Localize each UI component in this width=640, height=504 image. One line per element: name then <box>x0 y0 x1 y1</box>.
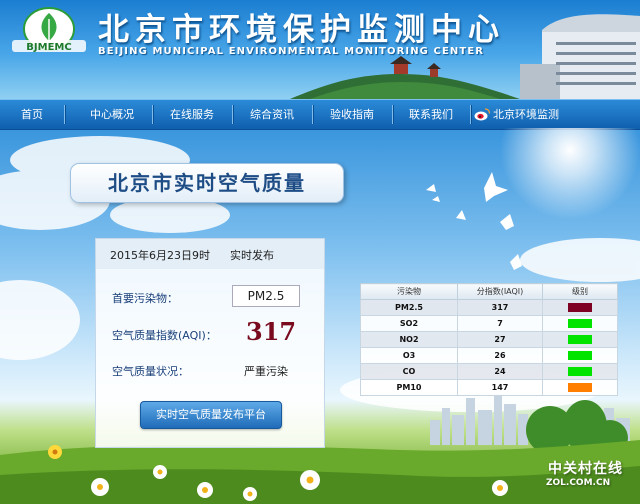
nav-acceptance-guide[interactable]: 验收指南 <box>312 100 392 129</box>
column-header-pollutant: 污染物 <box>360 283 458 300</box>
table-row: PM2.5 317 <box>360 299 618 316</box>
hill-pagoda-illustration <box>290 56 520 99</box>
weibo-icon <box>474 107 490 120</box>
pollutant-name: PM2.5 <box>360 299 458 316</box>
level-swatch <box>568 335 592 344</box>
column-header-level: 级别 <box>542 283 618 300</box>
table-header-row: 污染物 分指数(IAQI) 级别 <box>360 283 618 300</box>
primary-pollutant-label: 首要污染物： <box>112 292 178 305</box>
pollutant-iaqi: 27 <box>457 331 543 348</box>
nav-home[interactable]: 首页 <box>0 100 64 129</box>
level-swatch <box>568 319 592 328</box>
watermark-url: ZOL.COM.CN <box>546 478 611 488</box>
weibo-link[interactable]: 北京环境监测 <box>474 100 559 129</box>
table-row: NO2 27 <box>360 331 618 348</box>
pollutant-iaqi: 24 <box>457 363 543 380</box>
level-cell <box>542 315 618 332</box>
site-title: 北京市环境保护监测中心 <box>98 12 505 48</box>
realtime-aqi-banner: 北京市实时空气质量 <box>70 163 344 203</box>
air-status-label: 空气质量状况： <box>112 365 189 378</box>
level-swatch <box>568 367 592 376</box>
pollutant-name: PM10 <box>360 379 458 396</box>
site-header: BJMEMC 北京市环境保护监测中心 BEIJING MUNICIPAL ENV… <box>0 0 640 99</box>
logo-text: BJMEMC <box>26 42 71 53</box>
center-building-illustration <box>520 14 640 99</box>
nav-divider <box>470 105 471 124</box>
level-swatch <box>568 383 592 392</box>
table-row: PM10 147 <box>360 379 618 396</box>
level-cell <box>542 363 618 380</box>
table-row: SO2 7 <box>360 315 618 332</box>
table-row: O3 26 <box>360 347 618 364</box>
level-cell <box>542 347 618 364</box>
publish-label: 实时发布 <box>230 249 274 262</box>
pollutant-name: CO <box>360 363 458 380</box>
pollutant-name: O3 <box>360 347 458 364</box>
pollutant-name: NO2 <box>360 331 458 348</box>
column-header-iaqi: 分指数(IAQI) <box>457 283 543 300</box>
pollutant-table: 污染物 分指数(IAQI) 级别 PM2.5 317 SO2 7 NO2 27 <box>360 283 618 396</box>
nav-online-services[interactable]: 在线服务 <box>152 100 232 129</box>
info-header: 2015年6月23日9时 实时发布 <box>96 239 324 269</box>
aqi-info-panel: 2015年6月23日9时 实时发布 首要污染物： PM2.5 空气质量指数(AQ… <box>95 238 325 448</box>
pollutant-name: SO2 <box>360 315 458 332</box>
level-cell <box>542 331 618 348</box>
weibo-label: 北京环境监测 <box>493 108 559 121</box>
pollutant-iaqi: 26 <box>457 347 543 364</box>
pollutant-iaqi: 147 <box>457 379 543 396</box>
main-nav: 首页 中心概况 在线服务 综合资讯 验收指南 联系我们 北京环境监测 <box>0 99 640 130</box>
aqi-label: 空气质量指数(AQI)： <box>112 329 217 342</box>
table-row: CO 24 <box>360 363 618 380</box>
page: BJMEMC 北京市环境保护监测中心 BEIJING MUNICIPAL ENV… <box>0 0 640 504</box>
watermark-brand: 中关村在线 <box>548 461 623 477</box>
level-cell <box>542 379 618 396</box>
pollutant-iaqi: 7 <box>457 315 543 332</box>
air-status-value: 严重污染 <box>244 365 288 378</box>
pollutant-iaqi: 317 <box>457 299 543 316</box>
nav-divider <box>64 105 65 124</box>
nav-about[interactable]: 中心概况 <box>72 100 152 129</box>
bjmemc-logo: BJMEMC <box>12 7 86 53</box>
level-cell <box>542 299 618 316</box>
primary-pollutant-value: PM2.5 <box>232 285 300 307</box>
aqi-value: 317 <box>246 317 297 346</box>
nav-contact[interactable]: 联系我们 <box>392 100 470 129</box>
nav-news[interactable]: 综合资讯 <box>232 100 312 129</box>
level-swatch <box>568 303 592 312</box>
level-swatch <box>568 351 592 360</box>
aqi-platform-button[interactable]: 实时空气质量发布平台 <box>140 401 282 429</box>
update-time: 2015年6月23日9时 <box>110 249 210 262</box>
banner-title: 北京市实时空气质量 <box>108 171 306 195</box>
